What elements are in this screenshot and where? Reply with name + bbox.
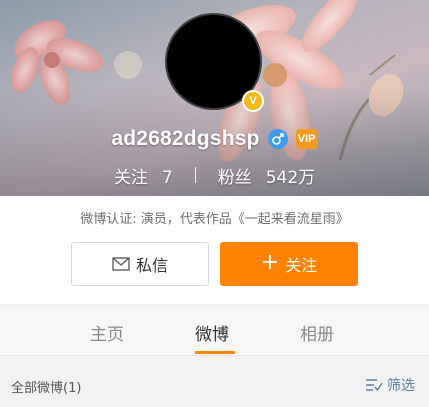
username-row: ad2682dgshsp VIP: [0, 126, 429, 152]
tab-weibo[interactable]: 微博: [195, 320, 229, 345]
profile-tabs: 主页 微博 相册: [0, 308, 429, 356]
follow-label: 关注: [285, 256, 318, 275]
following-stat[interactable]: 关注 7: [114, 163, 173, 188]
post-filter-bar: 全部微博(1) 筛选: [0, 362, 429, 407]
following-label: 关注: [113, 167, 148, 188]
certification-text: 微博认证: 演员，代表作品《一起来看流星雨》: [80, 212, 349, 227]
profile-cover: V ad2682dgshsp VIP 关注 7 粉丝 542万: [0, 0, 429, 196]
plus-icon: +: [260, 250, 280, 275]
vip-crown-icon[interactable]: VIP: [295, 129, 318, 149]
active-tab-indicator: [195, 351, 235, 354]
mail-icon: [112, 257, 130, 271]
followers-label: 粉丝: [217, 167, 252, 188]
message-button[interactable]: 私信: [71, 242, 209, 286]
follow-stats: 关注 7 粉丝 542万: [0, 162, 429, 188]
filter-label: 筛选: [387, 378, 415, 394]
message-label: 私信: [135, 256, 168, 275]
tab-home[interactable]: 主页: [90, 320, 124, 345]
followers-stat[interactable]: 粉丝 542万: [218, 163, 315, 188]
filter-button[interactable]: 筛选: [365, 375, 415, 395]
filter-icon: [366, 379, 383, 392]
profile-info-panel: 微博认证: 演员，代表作品《一起来看流星雨》 私信 + 关注: [0, 196, 429, 304]
verified-badge-icon: V: [242, 90, 264, 112]
follow-button[interactable]: + 关注: [220, 242, 358, 286]
post-count: 全部微博(1): [11, 381, 82, 396]
stats-divider: [194, 167, 196, 183]
followers-count: 542万: [265, 167, 316, 188]
username: ad2682dgshsp: [111, 127, 260, 150]
following-count: 7: [161, 167, 173, 188]
tab-album[interactable]: 相册: [300, 320, 334, 345]
male-icon: [267, 129, 288, 149]
